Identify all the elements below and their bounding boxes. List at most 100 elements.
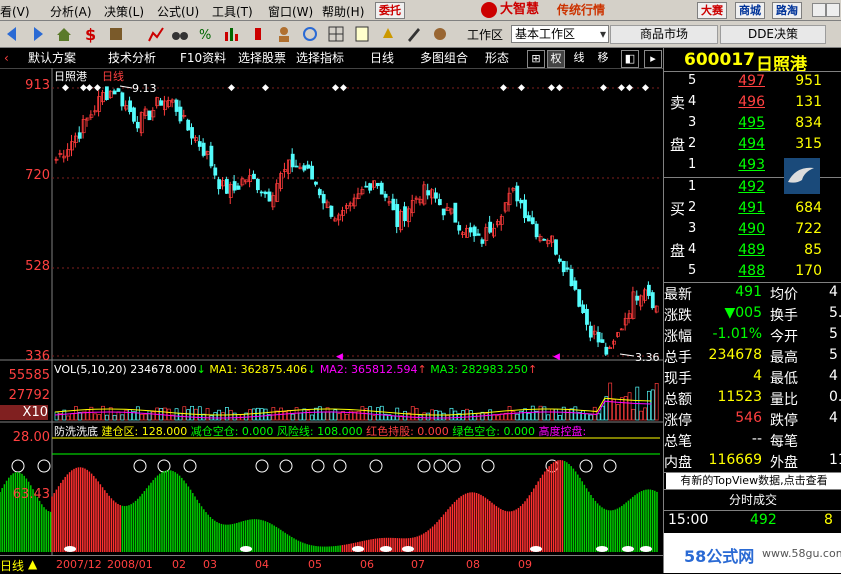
candle-body <box>194 137 198 142</box>
candle-icon[interactable] <box>248 24 268 44</box>
f10-menu[interactable]: F10资料 <box>176 50 230 66</box>
tab-market[interactable]: 商品市场 <box>610 25 718 44</box>
buy-row[interactable]: 1 492 <box>664 179 841 200</box>
chart-icon[interactable] <box>146 24 166 44</box>
forward-icon[interactable] <box>28 24 48 44</box>
sell-row[interactable]: 4 496 131 <box>664 94 841 115</box>
xian-button[interactable]: 线 <box>571 50 587 66</box>
binoculars-icon[interactable] <box>170 24 190 44</box>
home-icon[interactable] <box>54 24 74 44</box>
price-tick-913: 913 <box>25 78 50 93</box>
volume-bar <box>437 410 442 421</box>
back-icon[interactable] <box>2 24 22 44</box>
candle-body <box>101 92 105 103</box>
menu-analysis[interactable]: 分析(A) <box>50 3 92 20</box>
sell-row[interactable]: 2 494 315 <box>664 136 841 157</box>
multi-chart-menu[interactable]: 多图组合 <box>416 50 472 66</box>
candle-body <box>345 205 349 209</box>
tab-dde[interactable]: DDE决策 <box>720 25 826 44</box>
buy-price: 491 <box>738 200 765 216</box>
select-stock-menu[interactable]: 选择股票 <box>234 50 290 66</box>
yi-button[interactable]: 移 <box>595 50 611 66</box>
tech-analysis-menu[interactable]: 技术分析 <box>104 50 160 66</box>
pen-icon[interactable] <box>404 24 424 44</box>
dasai-button[interactable]: 大赛 <box>697 2 727 19</box>
sell-price: 496 <box>738 94 765 110</box>
pattern-menu[interactable]: 形态 <box>481 50 513 66</box>
select-indicator-menu[interactable]: 选择指标 <box>292 50 348 66</box>
signal-marker: ◆ <box>548 83 555 93</box>
candle-body <box>376 182 380 187</box>
volume-bar <box>527 412 531 421</box>
sell-row[interactable]: 5 497 951 <box>664 73 841 94</box>
buy-row[interactable]: 4 489 85 <box>664 242 841 263</box>
bars-icon[interactable] <box>222 24 242 44</box>
menu-window[interactable]: 窗口(W) <box>268 3 313 20</box>
minimize-icon[interactable] <box>812 3 826 17</box>
signal-marker: ◆ <box>500 83 507 93</box>
bottom-marker <box>622 546 634 552</box>
close-icon[interactable] <box>826 3 840 17</box>
quan-button[interactable]: 权 <box>547 50 565 68</box>
bell-icon[interactable] <box>378 24 398 44</box>
crosshair-icon[interactable]: ⊞ <box>527 50 545 68</box>
percent-icon[interactable]: % <box>196 24 216 44</box>
toolbar-main: $ % 工作区 基本工作区 ▾ 商品市场 DDE决策 <box>0 21 841 48</box>
menu-view[interactable]: 看(V) <box>0 3 30 20</box>
weituo-button[interactable]: 委托 <box>375 2 405 19</box>
vol-ma1: MA1: 362875.406 <box>209 363 308 376</box>
workspace-select[interactable]: 基本工作区 ▾ <box>511 25 609 43</box>
candle-body <box>395 204 400 227</box>
volume-bar <box>395 407 400 421</box>
brand-subtitle: 传统行情 <box>557 3 606 17</box>
sell-row[interactable]: 3 495 834 <box>664 115 841 136</box>
signal-marker: ◆ <box>600 83 607 93</box>
sell-row[interactable]: 1 493 <box>664 157 841 178</box>
note-icon[interactable] <box>352 24 372 44</box>
signal-marker: ◆ <box>518 83 525 93</box>
scheme-menu[interactable]: 默认方案 <box>24 50 80 66</box>
zoom-in-icon[interactable]: ◧ <box>621 50 639 68</box>
volume-bar <box>166 408 171 421</box>
shangcheng-button[interactable]: 商城 <box>735 2 765 19</box>
volume-bar <box>484 413 489 421</box>
buy-row[interactable]: 3 490 722 <box>664 221 841 242</box>
buy-row[interactable]: 2 491 684 <box>664 200 841 221</box>
menu-decision[interactable]: 决策(L) <box>104 3 144 20</box>
volume-bar <box>426 412 431 421</box>
zoom-out-icon[interactable]: ▸ <box>644 50 662 68</box>
sell-price: 497 <box>738 73 765 89</box>
people-icon[interactable] <box>274 24 294 44</box>
dollar-icon[interactable]: $ <box>80 24 100 44</box>
candle-body <box>178 106 183 122</box>
candle-body <box>588 325 593 338</box>
candle-body <box>170 99 175 103</box>
period-indicator[interactable]: 日线 <box>0 557 24 574</box>
menu-help[interactable]: 帮助(H) <box>322 3 364 20</box>
menu-formula[interactable]: 公式(U) <box>157 3 199 20</box>
candle-body <box>399 211 404 231</box>
scroll-left-icon[interactable]: ‹ <box>0 50 13 66</box>
stat-label: 涨跌 <box>664 308 692 324</box>
candle-body <box>414 197 419 200</box>
candle-body <box>302 165 307 171</box>
candle-body <box>244 179 249 183</box>
topview-notice[interactable]: 有新的TopView数据,点击查看 <box>666 473 841 489</box>
volume-bar <box>376 407 380 421</box>
bottom-marker <box>64 546 76 552</box>
lutou-button[interactable]: 路淘 <box>772 2 802 19</box>
refresh-icon[interactable] <box>300 24 320 44</box>
buy-row[interactable]: 5 488 170 <box>664 263 841 284</box>
grid-icon[interactable] <box>326 24 346 44</box>
chart-area[interactable]: ◆ ◆ ◆ ◆ ◆ ◆ ◆ ◆ ◆ ◆ ◆ ◆ ◆ ◆ ◆ ◆ ◀ ◀ 日照港 日线 913 720 528 33… <box>0 68 663 574</box>
volume-bar <box>314 407 318 421</box>
buy-volume: 85 <box>804 242 822 258</box>
menu-tools[interactable]: 工具(T) <box>212 3 253 20</box>
period-menu[interactable]: 日线 <box>366 50 398 66</box>
kline-chart[interactable]: ◆ ◆ ◆ ◆ ◆ ◆ ◆ ◆ ◆ ◆ ◆ ◆ ◆ ◆ ◆ ◆◀ ◀ <box>0 68 663 573</box>
fenshi-title[interactable]: 分时成交 <box>664 489 841 511</box>
candle-body <box>275 183 280 202</box>
chevron-down-icon: ▾ <box>599 27 606 41</box>
palette-icon[interactable] <box>430 24 450 44</box>
tool-icon[interactable] <box>106 24 126 44</box>
